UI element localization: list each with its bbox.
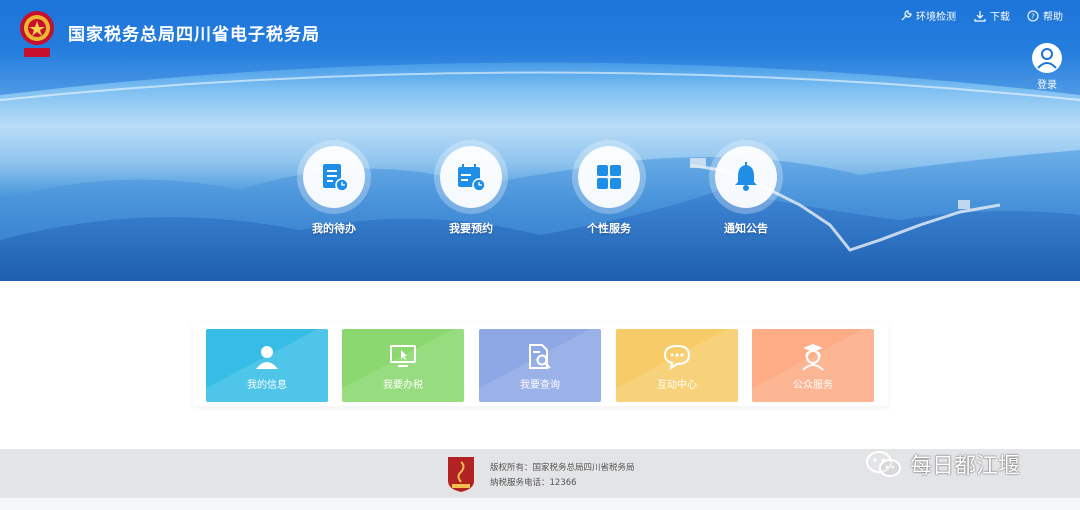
bell-icon [735, 162, 757, 191]
wrench-icon [901, 9, 912, 20]
document-search-icon [529, 344, 551, 369]
login-label: 登录 [1037, 80, 1057, 91]
user-icon [256, 346, 278, 369]
user-avatar-icon [1032, 43, 1062, 73]
download-icon [974, 10, 986, 22]
monitor-cursor-icon [390, 345, 416, 367]
chat-bubble-icon [663, 344, 691, 371]
wechat-watermark: 每日都江堰 [864, 448, 1020, 480]
hero-item-appointment[interactable]: 我要预约 [426, 146, 516, 236]
card-label: 我要查询 [520, 380, 560, 391]
card-do-tax[interactable]: 我要办税 [342, 329, 464, 402]
card-public-service[interactable]: 公众服务 [752, 329, 874, 402]
card-label: 我的信息 [247, 380, 287, 391]
grid-icon [597, 165, 621, 189]
env-check-label: 环境检测 [916, 12, 956, 23]
watermark-text: 每日都江堰 [910, 454, 1021, 479]
service-card-panel: 我的信息 我要办税 我要查询 互动中心 公众服务 [193, 322, 888, 406]
hero-item-label: 我的待办 [312, 222, 356, 235]
login-button[interactable]: 登录 [1030, 43, 1064, 91]
hero-item-notice[interactable]: 通知公告 [701, 146, 791, 236]
service-agent-icon [802, 344, 824, 371]
tax-bureau-emblem-logo [20, 11, 54, 57]
main-content: 我的信息 我要办税 我要查询 互动中心 公众服务 [0, 281, 1080, 449]
card-label: 我要办税 [383, 380, 423, 391]
hero-item-personal-service[interactable]: 个性服务 [564, 146, 654, 236]
card-label: 公众服务 [793, 380, 833, 391]
hero-item-todo[interactable]: 我的待办 [289, 146, 379, 236]
help-link[interactable]: ? 帮助 [1027, 8, 1063, 23]
card-label: 互动中心 [657, 380, 697, 391]
help-icon: ? [1027, 9, 1039, 22]
bottom-strip [0, 498, 1080, 510]
calendar-clock-icon [458, 164, 486, 192]
svg-text:?: ? [1031, 12, 1035, 20]
site-title: 国家税务总局四川省电子税务局 [68, 25, 320, 45]
tax-shield-logo [448, 457, 474, 492]
env-check-link[interactable]: 环境检测 [900, 8, 956, 23]
card-query[interactable]: 我要查询 [479, 329, 601, 402]
hero-item-label: 个性服务 [587, 222, 631, 235]
card-my-info[interactable]: 我的信息 [206, 329, 328, 402]
card-interaction-center[interactable]: 互动中心 [616, 329, 738, 402]
hero-item-label: 我要预约 [449, 222, 493, 235]
footer-phone: 纳税服务电话：12366 [490, 478, 577, 488]
wechat-icon [866, 451, 901, 477]
hero-item-label: 通知公告 [724, 222, 768, 235]
page: 国家税务总局四川省电子税务局 环境检测 下载 ? 帮助 登录 我的待办 我要预约… [0, 0, 1080, 510]
footer-copyright: 版权所有：国家税务总局四川省税务局 [490, 463, 635, 473]
help-label: 帮助 [1043, 12, 1063, 23]
download-link[interactable]: 下载 [974, 8, 1010, 23]
download-label: 下载 [990, 12, 1010, 23]
hero-banner: 国家税务总局四川省电子税务局 环境检测 下载 ? 帮助 登录 我的待办 我要预约… [0, 0, 1080, 281]
todo-clock-icon [323, 164, 349, 192]
